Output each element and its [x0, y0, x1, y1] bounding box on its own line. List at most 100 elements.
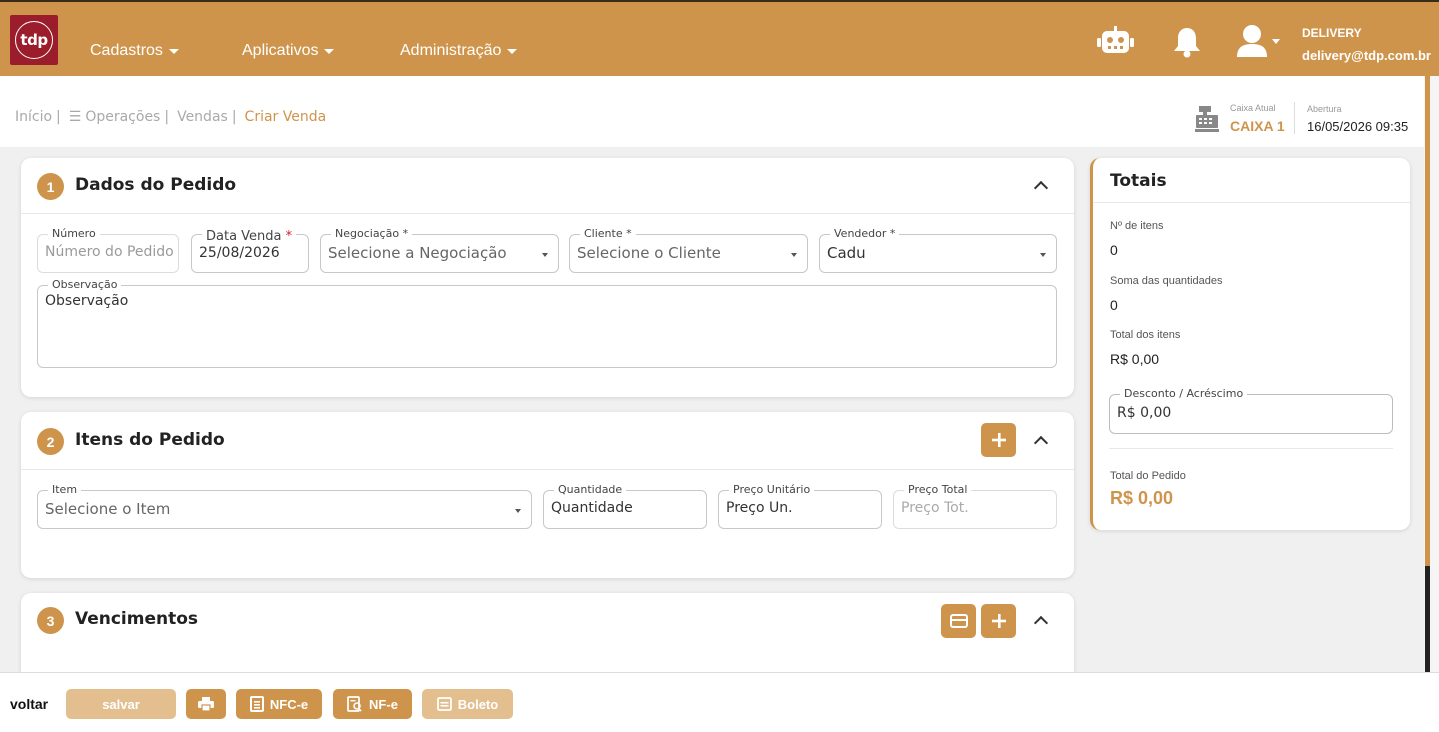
quantidade-label: Quantidade [554, 483, 627, 496]
desconto-label: Desconto / Acréscimo [1120, 387, 1248, 400]
preco-unitario-input[interactable]: Preço Unitário Preço Un. [718, 483, 882, 529]
breadcrumb-separator: | [164, 109, 170, 125]
print-button[interactable] [186, 689, 226, 719]
list-icon: ☰ [68, 109, 82, 125]
scrollbar-thumb-dark[interactable] [1425, 566, 1430, 672]
breadcrumb-separator: | [231, 109, 237, 125]
nav-cadastros[interactable]: Cadastros [90, 42, 179, 60]
chevron-down-icon [542, 253, 548, 257]
bell-icon[interactable] [1173, 26, 1201, 58]
caixa-atual-value: CAIXA 1 [1230, 118, 1285, 134]
user-name: DELIVERY [1302, 26, 1362, 40]
vendedor-select[interactable]: Vendedor * Cadu [819, 227, 1057, 273]
caixa-atual-label: Caixa Atual [1230, 103, 1276, 113]
data-venda-label: Data Venda * [202, 229, 297, 244]
observacao-value: Observação [45, 293, 129, 309]
chevron-down-icon [1040, 253, 1046, 257]
soma-quantidades-value: 0 [1110, 297, 1118, 313]
chevron-down-icon [791, 253, 797, 257]
nav-administracao[interactable]: Administração [400, 42, 518, 60]
user-avatar-icon[interactable] [1236, 24, 1282, 58]
negociacao-label: Negociação * [331, 227, 413, 240]
item-label: Item [48, 483, 82, 496]
negociacao-select[interactable]: Negociação * Selecione a Negociação [320, 227, 559, 273]
soma-quantidades-label: Soma das quantidades [1110, 275, 1223, 287]
total-itens-label: Total dos itens [1110, 329, 1181, 341]
salvar-button[interactable]: salvar [66, 689, 176, 719]
numero-placeholder: Número do Pedido [45, 244, 174, 260]
observacao-textarea[interactable]: Observação Observação [37, 278, 1057, 368]
tdp-logo[interactable]: tdp [10, 15, 58, 65]
n-itens-value: 0 [1110, 242, 1118, 258]
data-venda-value: 25/08/2026 [199, 245, 280, 261]
voltar-link[interactable]: voltar [10, 696, 48, 712]
preco-total-label: Preço Total [904, 483, 972, 496]
dados-pedido-title: Dados do Pedido [75, 175, 237, 195]
nfe-label: NF-e [369, 696, 398, 712]
step-badge: 1 [37, 173, 64, 200]
abertura-label: Abertura [1307, 104, 1342, 114]
numero-label: Número [48, 227, 100, 240]
breadcrumb-vendas[interactable]: Vendas [177, 109, 228, 125]
total-pedido-value: R$ 0,00 [1110, 488, 1174, 508]
item-placeholder: Selecione o Item [45, 500, 171, 518]
vencimentos-header[interactable]: 3 Vencimentos [21, 593, 1074, 649]
printer-icon [198, 697, 214, 711]
chevron-up-icon[interactable] [1033, 615, 1049, 631]
step-badge: 2 [37, 428, 64, 455]
negociacao-placeholder: Selecione a Negociação [328, 244, 507, 262]
boleto-button[interactable]: Boleto [422, 689, 513, 719]
vendedor-label: Vendedor * [830, 227, 900, 240]
preco-total-input[interactable]: Preço Total Preço Tot. [893, 483, 1057, 529]
chevron-up-icon[interactable] [1033, 435, 1049, 451]
preco-total-placeholder: Preço Tot. [901, 500, 969, 516]
breadcrumb-separator: | [56, 109, 61, 125]
dados-pedido-card: 1 Dados do Pedido Número Número do Pedid… [21, 158, 1074, 397]
nav-aplicativos[interactable]: Aplicativos [242, 42, 335, 60]
add-item-button[interactable] [981, 423, 1016, 457]
n-itens-label: Nº de itens [1110, 220, 1164, 232]
chevron-down-icon [515, 509, 521, 513]
totais-panel: Totais Nº de itens 0 Soma das quantidade… [1090, 158, 1410, 530]
totais-title: Totais [1110, 171, 1167, 191]
dados-pedido-header[interactable]: 1 Dados do Pedido [21, 158, 1074, 214]
nfe-button[interactable]: NF-e [333, 689, 412, 719]
card-payment-button[interactable] [941, 604, 976, 638]
nfce-button[interactable]: NFC-e [236, 689, 322, 719]
desconto-value: R$ 0,00 [1117, 405, 1172, 421]
top-navbar: tdp Cadastros Aplicativos Administração … [0, 0, 1439, 76]
cliente-select[interactable]: Cliente * Selecione o Cliente [569, 227, 808, 273]
scrollbar-thumb[interactable] [1425, 76, 1430, 566]
breadcrumb-inicio[interactable]: Início [15, 109, 52, 125]
plus-icon [991, 614, 1006, 628]
quantidade-input[interactable]: Quantidade Quantidade [543, 483, 707, 529]
boleto-icon [436, 697, 452, 711]
numero-field[interactable]: Número Número do Pedido [37, 227, 179, 273]
vendedor-value: Cadu [827, 244, 866, 262]
breadcrumb-operacoes[interactable]: Operações [85, 109, 160, 125]
nav-aplicativos-label: Aplicativos [242, 42, 319, 59]
itens-pedido-header[interactable]: 2 Itens do Pedido [21, 412, 1074, 470]
bottom-action-bar: voltar salvar NFC-e NF-e Boleto [0, 672, 1439, 732]
item-select[interactable]: Item Selecione o Item [37, 483, 532, 529]
add-vencimento-button[interactable] [981, 604, 1016, 638]
logo-text: tdp [15, 21, 53, 59]
desconto-acrescimo-input[interactable]: Desconto / Acréscimo R$ 0,00 [1109, 387, 1393, 434]
data-venda-field[interactable]: Data Venda * 25/08/2026 [191, 229, 309, 273]
abertura-value: 16/05/2026 09:35 [1307, 119, 1409, 134]
itens-pedido-title: Itens do Pedido [75, 430, 225, 450]
chevron-up-icon[interactable] [1033, 180, 1049, 196]
divider [1294, 102, 1295, 134]
credit-card-icon [949, 614, 968, 628]
document-search-icon [347, 696, 362, 712]
itens-pedido-card: 2 Itens do Pedido Item Selecione o Item … [21, 412, 1074, 578]
breadcrumb-current: Criar Venda [244, 109, 327, 125]
step-badge: 3 [37, 607, 64, 634]
chevron-down-icon [168, 48, 179, 54]
nfce-label: NFC-e [269, 696, 309, 712]
cliente-label: Cliente * [580, 227, 636, 240]
receipt-icon [249, 696, 264, 712]
salvar-label: salvar [102, 696, 140, 712]
plus-icon [991, 433, 1006, 447]
robot-icon[interactable] [1097, 26, 1134, 56]
